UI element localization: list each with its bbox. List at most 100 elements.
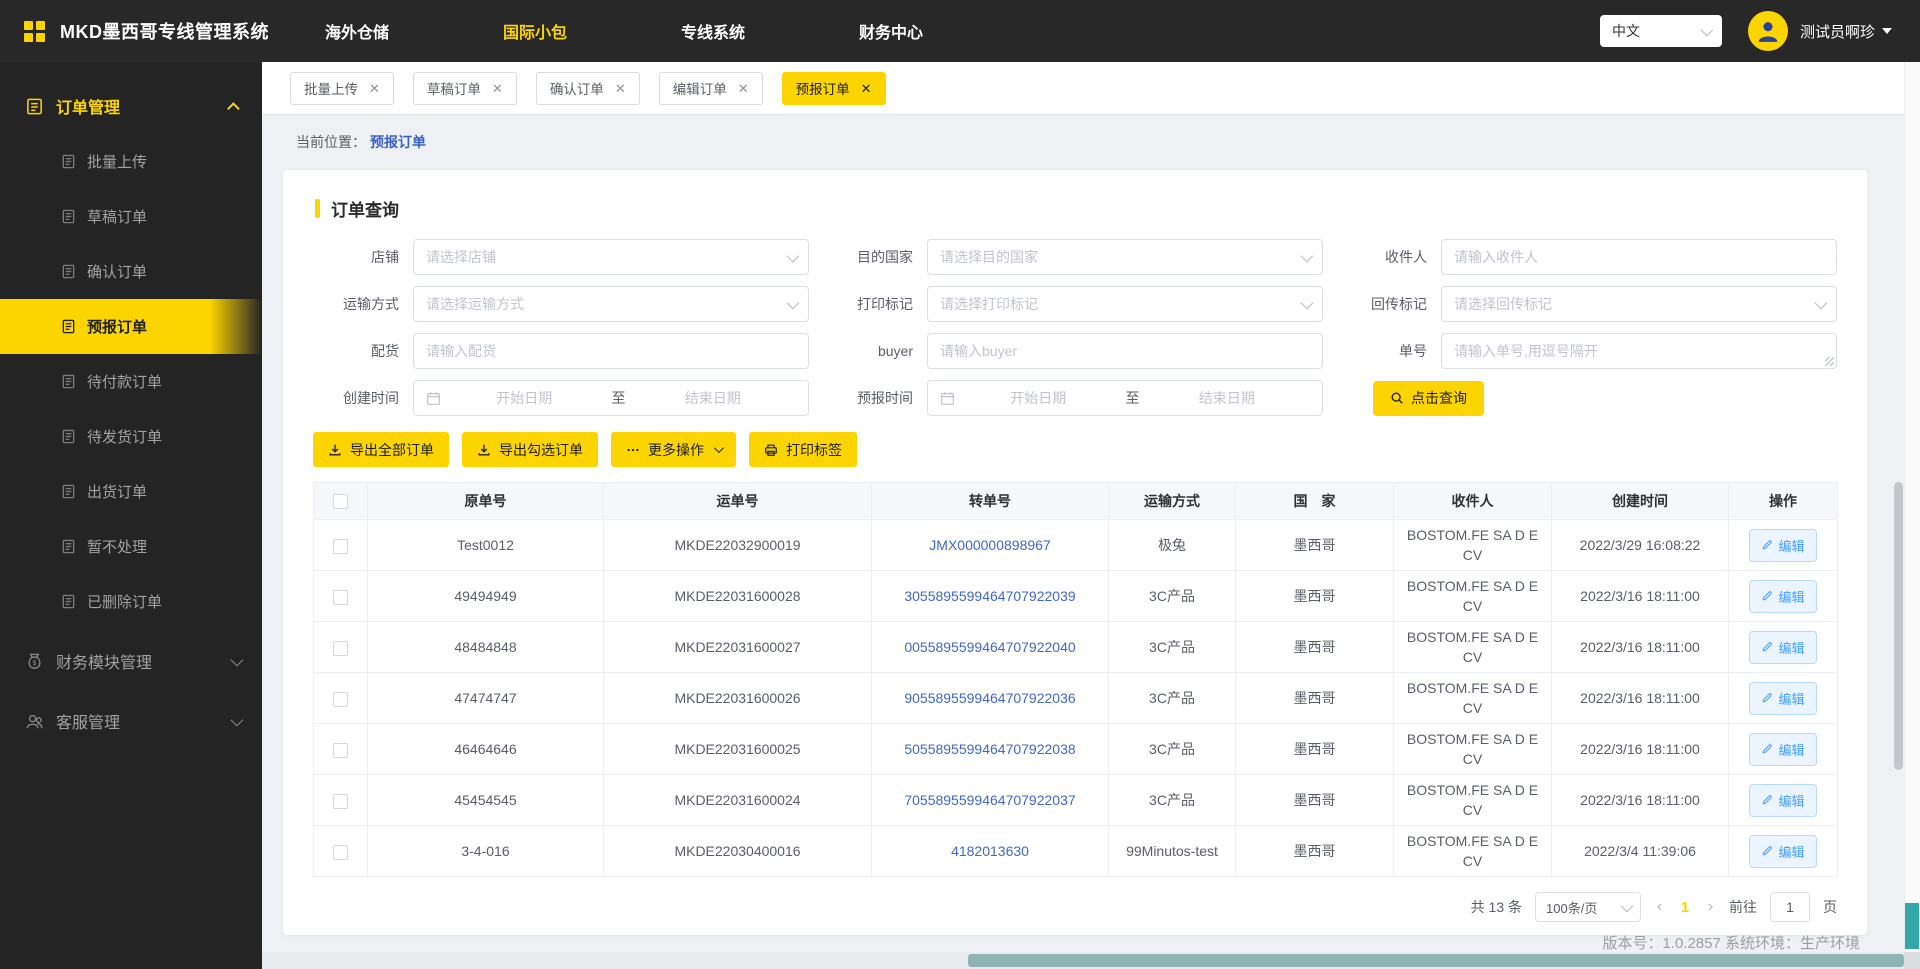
cell-created: 2022/3/4 11:39:06: [1551, 825, 1729, 877]
forecast-time-range-picker[interactable]: 开始日期 至 结束日期: [927, 380, 1323, 416]
vertical-scrollbar-track[interactable]: [1904, 62, 1920, 952]
row-checkbox[interactable]: [333, 589, 348, 605]
document-icon: [61, 539, 76, 554]
edit-button[interactable]: 编辑: [1749, 528, 1817, 562]
cell-tracking-no: MKDE22030400016: [603, 825, 872, 877]
sidebar-item-on-hold[interactable]: 暂不处理: [0, 519, 262, 574]
sidebar-item-batch-upload[interactable]: 批量上传: [0, 134, 262, 189]
user-menu[interactable]: 测试员啊珍: [1800, 21, 1892, 42]
nav-item-overseas-warehouse[interactable]: 海外仓储: [325, 19, 389, 43]
row-checkbox[interactable]: [333, 640, 348, 656]
goto-page-input[interactable]: 1: [1770, 892, 1810, 922]
dest-country-select[interactable]: 请选择目的国家: [927, 239, 1323, 275]
sidebar-item-shipped-orders[interactable]: 出货订单: [0, 464, 262, 519]
nav-item-dedicated-line[interactable]: 专线系统: [681, 19, 745, 43]
sidebar-group-customer-service[interactable]: 客服管理: [0, 693, 262, 749]
vertical-scrollbar-thumb[interactable]: [1905, 903, 1919, 949]
cell-shipping: 3C产品: [1108, 672, 1236, 724]
return-mark-select[interactable]: 请选择回传标记: [1441, 286, 1837, 322]
breadcrumb-current: 预报订单: [370, 134, 426, 150]
sidebar-item-confirmed-orders[interactable]: 确认订单: [0, 244, 262, 299]
sidebar-item-draft-orders[interactable]: 草稿订单: [0, 189, 262, 244]
sidebar-item-forecast-orders[interactable]: 预报订单: [0, 299, 262, 354]
shipping-select[interactable]: 请选择运输方式: [413, 286, 809, 322]
select-all-checkbox[interactable]: [333, 494, 348, 510]
close-icon[interactable]: ✕: [738, 82, 749, 95]
orders-table: 原单号 运单号 转单号 运输方式 国 家 收件人 创建时间 操作 Test001…: [313, 482, 1838, 877]
row-checkbox[interactable]: [333, 844, 348, 860]
row-checkbox[interactable]: [333, 742, 348, 758]
print-label-button[interactable]: 打印标签: [749, 432, 857, 467]
order-no-textarea[interactable]: 请输入单号,用逗号隔开: [1441, 333, 1837, 369]
row-checkbox[interactable]: [333, 793, 348, 809]
allocation-input[interactable]: 请输入配货: [413, 333, 809, 369]
export-all-button[interactable]: 导出全部订单: [313, 432, 449, 467]
cell-receiver: BOSTOM.FE SA D E CV: [1393, 570, 1552, 622]
transfer-no-link[interactable]: 0055895599464707922040: [904, 639, 1075, 655]
tab-batch-upload[interactable]: 批量上传 ✕: [290, 71, 394, 105]
avatar[interactable]: [1747, 11, 1788, 51]
edit-button-label: 编辑: [1778, 742, 1805, 758]
cell-tracking-no: MKDE22031600024: [603, 774, 872, 826]
clipboard-icon: [25, 97, 44, 116]
horizontal-scrollbar-track[interactable]: [262, 952, 1904, 969]
close-icon[interactable]: ✕: [492, 82, 503, 95]
row-checkbox[interactable]: [333, 691, 348, 707]
edit-button[interactable]: 编辑: [1749, 630, 1817, 664]
more-actions-button[interactable]: 更多操作: [611, 432, 736, 467]
sidebar-item-pending-payment-orders[interactable]: 待付款订单: [0, 354, 262, 409]
close-icon[interactable]: ✕: [861, 82, 872, 95]
edit-button[interactable]: 编辑: [1749, 783, 1817, 817]
sidebar-item-label: 已删除订单: [87, 594, 163, 611]
buyer-input[interactable]: 请输入buyer: [927, 333, 1323, 369]
next-page-button[interactable]: ›: [1705, 897, 1716, 917]
tab-edit-order[interactable]: 编辑订单 ✕: [658, 71, 763, 105]
edit-button[interactable]: 编辑: [1749, 732, 1817, 766]
print-mark-select[interactable]: 请选择打印标记: [927, 286, 1323, 322]
prev-page-button[interactable]: ‹: [1654, 897, 1665, 917]
language-select[interactable]: 中文: [1599, 15, 1722, 47]
sidebar-item-pending-shipment-orders[interactable]: 待发货订单: [0, 409, 262, 464]
nav-item-finance-center[interactable]: 财务中心: [859, 19, 923, 43]
transfer-no-link[interactable]: 9055895599464707922036: [904, 690, 1075, 706]
transfer-no-link[interactable]: JMX000000898967: [929, 537, 1050, 553]
start-date-placeholder: 开始日期: [1010, 390, 1067, 406]
close-icon[interactable]: ✕: [615, 82, 626, 95]
cell-country: 墨西哥: [1235, 621, 1394, 673]
app-launcher-icon[interactable]: [24, 20, 45, 42]
transfer-no-link[interactable]: 7055895599464707922037: [904, 792, 1075, 808]
search-button[interactable]: 点击查询: [1373, 380, 1484, 416]
document-icon: [61, 429, 76, 444]
edit-button[interactable]: 编辑: [1749, 579, 1817, 613]
transfer-no-link[interactable]: 3055895599464707922039: [904, 588, 1075, 604]
sidebar-item-label: 暂不处理: [87, 539, 148, 556]
tab-confirmed-orders[interactable]: 确认订单 ✕: [535, 71, 640, 105]
horizontal-scrollbar-thumb[interactable]: [968, 954, 1904, 967]
cell-original-no: 45454545: [367, 774, 604, 826]
close-icon[interactable]: ✕: [369, 82, 380, 95]
tab-draft-orders[interactable]: 草稿订单 ✕: [412, 71, 517, 105]
ellipsis-icon: [626, 443, 640, 457]
shop-select[interactable]: 请选择店铺: [413, 239, 809, 275]
row-checkbox[interactable]: [333, 538, 348, 554]
create-time-range-picker[interactable]: 开始日期 至 结束日期: [413, 380, 809, 416]
page-size-select[interactable]: 100条/页: [1535, 892, 1642, 922]
forecast-time-label: 预报时间: [857, 390, 913, 406]
cell-shipping: 3C产品: [1108, 723, 1236, 775]
edit-button[interactable]: 编辑: [1749, 681, 1817, 715]
cell-receiver: BOSTOM.FE SA D E CV: [1393, 774, 1552, 826]
sidebar-group-finance-module[interactable]: $ 财务模块管理: [0, 633, 262, 689]
transfer-no-link[interactable]: 4182013630: [951, 843, 1029, 859]
current-page[interactable]: 1: [1678, 899, 1692, 916]
inner-scrollbar-thumb[interactable]: [1894, 482, 1903, 770]
return-mark-label: 回传标记: [1371, 296, 1427, 312]
receiver-input[interactable]: 请输入收件人: [1441, 239, 1837, 275]
nav-item-international-parcel[interactable]: 国际小包: [503, 19, 567, 43]
sidebar-group-order-management[interactable]: 订单管理: [0, 78, 262, 134]
tab-forecast-orders[interactable]: 预报订单 ✕: [781, 71, 886, 105]
table-header-row: 原单号 运单号 转单号 运输方式 国 家 收件人 创建时间 操作: [313, 482, 1838, 520]
sidebar-item-deleted-orders[interactable]: 已删除订单: [0, 574, 262, 629]
edit-button[interactable]: 编辑: [1749, 834, 1817, 868]
transfer-no-link[interactable]: 5055895599464707922038: [904, 741, 1075, 757]
export-checked-button[interactable]: 导出勾选订单: [462, 432, 598, 467]
